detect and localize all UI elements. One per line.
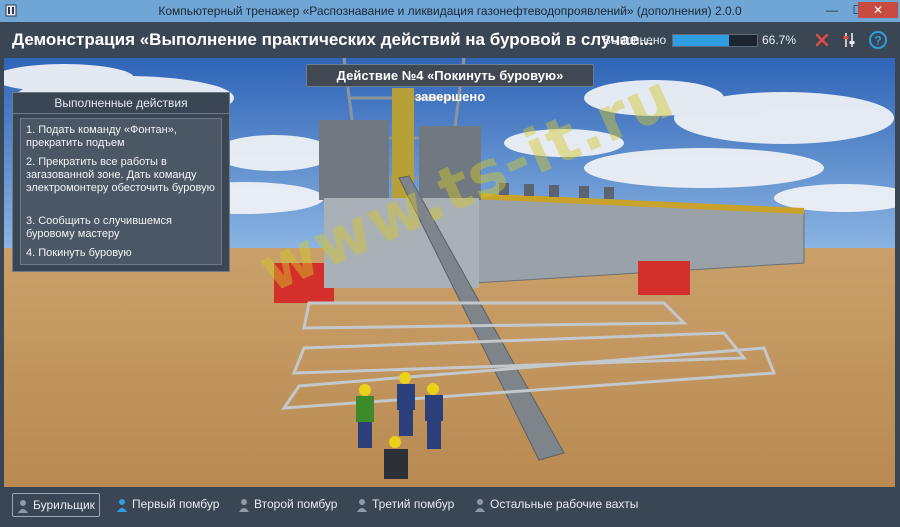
person-icon — [357, 498, 367, 512]
list-item: 4. Покинуть буровую — [26, 247, 132, 259]
person-icon — [117, 498, 127, 512]
role-second-helper[interactable]: Второй помбур — [238, 493, 337, 515]
header-bar: Демонстрация «Выполнение практических де… — [0, 22, 900, 58]
person-icon — [18, 499, 28, 513]
list-item: 3. Сообщить о случившемся буровому масте… — [26, 215, 173, 240]
performed-actions-panel: Выполненные действия 1. Подать команду «… — [12, 92, 230, 272]
role-label: Третий помбур — [372, 497, 455, 511]
role-third-helper[interactable]: Третий помбур — [356, 493, 454, 515]
person-icon — [239, 498, 249, 512]
minimize-button[interactable]: — — [820, 2, 844, 18]
panel-title: Выполненные действия — [13, 93, 229, 114]
role-other-crew[interactable]: Остальные рабочие вахты — [474, 493, 638, 515]
progress-fill — [673, 35, 730, 46]
role-bar: Бурильщик Первый помбур Второй помбур Тр… — [0, 487, 900, 527]
person-icon — [475, 498, 485, 512]
window-close-button[interactable]: ✕ — [858, 2, 898, 18]
list-item: 1. Подать команду «Фонтан», прекратить п… — [26, 124, 177, 149]
role-driller[interactable]: Бурильщик — [12, 493, 100, 517]
role-first-helper[interactable]: Первый помбур — [116, 493, 219, 515]
role-label: Бурильщик — [33, 498, 95, 512]
progress-percent: 66.7% — [762, 33, 797, 47]
role-label: Первый помбур — [132, 497, 220, 511]
role-label: Второй помбур — [254, 497, 338, 511]
progress-bar — [672, 34, 758, 47]
window-titlebar: Компьютерный тренажер «Распознавание и л… — [0, 0, 900, 22]
list-item: 2. Прекратить все работы в загазованной … — [26, 156, 215, 194]
page-title: Демонстрация «Выполнение практических де… — [12, 30, 654, 49]
svg-text:?: ? — [874, 34, 881, 48]
close-icon[interactable] — [812, 30, 832, 50]
settings-icon[interactable] — [840, 30, 860, 50]
action-complete-banner: Действие №4 «Покинуть буровую» завершено — [306, 64, 594, 104]
window-title: Компьютерный тренажер «Распознавание и л… — [158, 4, 742, 18]
role-label: Остальные рабочие вахты — [490, 497, 639, 511]
progress-label: Выполнено — [603, 33, 667, 47]
actions-list: 1. Подать команду «Фонтан», прекратить п… — [20, 118, 222, 265]
help-icon[interactable]: ? — [868, 30, 888, 50]
red-container-right — [638, 261, 690, 295]
